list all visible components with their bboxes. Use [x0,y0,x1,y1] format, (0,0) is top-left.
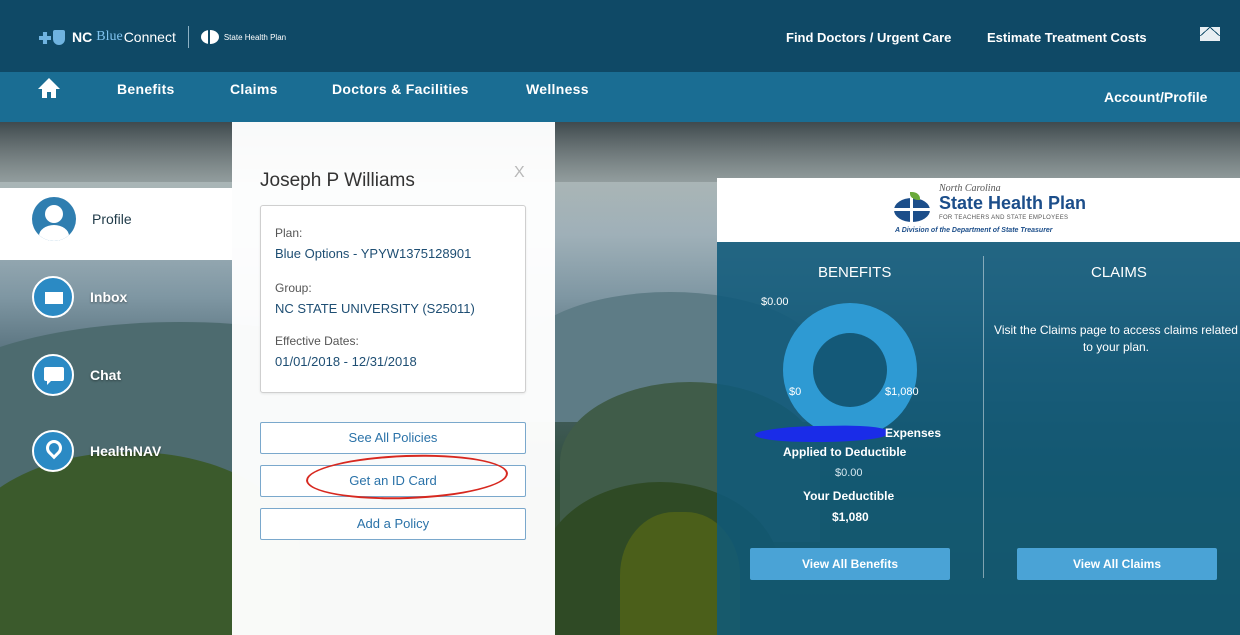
envelope-icon [32,276,74,318]
effective-dates-label: Effective Dates: [275,334,359,348]
gauge-max-label: $1,080 [885,386,919,398]
claims-description: Visit the Claims page to access claims r… [994,323,1238,354]
see-all-policies-button[interactable]: See All Policies [260,422,526,454]
logo-title: State Health Plan [939,193,1087,213]
sidebar-item-inbox[interactable]: Inbox [32,276,127,318]
plan-value: Blue Options - YPYW1375128901 [275,246,472,261]
logo-connect-text: Connect [123,29,176,45]
nav-claims[interactable]: Claims [230,81,278,97]
get-id-card-button[interactable]: Get an ID Card [260,465,526,497]
sidebar-item-chat[interactable]: Chat [32,354,121,396]
home-icon[interactable] [38,78,60,100]
nav-benefits[interactable]: Benefits [117,81,175,97]
location-pin-icon [32,430,74,472]
chat-icon [32,354,74,396]
find-doctors-link[interactable]: Find Doctors / Urgent Care [786,30,951,45]
sidebar-item-label: HealthNAV [90,443,162,459]
state-health-plan-small-logo: State Health Plan [223,32,287,42]
column-divider [983,256,984,578]
state-health-plan-logo: North Carolina State Health Plan FOR TEA… [717,178,1240,242]
nav-account-profile[interactable]: Account/Profile [1104,89,1207,105]
profile-panel: Joseph P Williams X Plan: Blue Options -… [232,122,555,635]
estimate-costs-link[interactable]: Estimate Treatment Costs [987,30,1147,45]
nav-doctors-facilities[interactable]: Doctors & Facilities [332,81,469,97]
redaction-mark [754,424,888,444]
applied-to-deductible-value: $0.00 [835,467,863,479]
add-policy-button[interactable]: Add a Policy [260,508,526,540]
plan-label: Plan: [275,226,303,240]
benefits-claims-panel: North Carolina State Health Plan FOR TEA… [717,178,1240,635]
bcbs-nc-blue-connect-logo[interactable]: NC Blue Connect State Health Plan [38,26,287,48]
plan-details-box: Plan: Blue Options - YPYW1375128901 Grou… [260,205,526,393]
member-name: Joseph P Williams [260,170,415,191]
mail-icon[interactable] [1200,27,1220,41]
sidebar-item-label: Profile [92,211,132,227]
top-bar: NC Blue Connect State Health Plan Find D… [0,0,1240,72]
your-deductible-value: $1,080 [832,510,869,524]
logo-nc-text: NC [72,29,93,45]
sidebar-item-healthnav[interactable]: HealthNAV [32,430,161,472]
deductible-gauge [783,303,917,437]
expenses-label: Expenses [885,426,942,440]
view-all-benefits-button[interactable]: View All Benefits [750,548,950,580]
logo-division: A Division of the Department of State Tr… [895,227,1053,234]
sidebar-item-label: Chat [90,367,122,383]
bcbs-cross-shield-icon [38,29,68,45]
main-nav: Benefits Claims Doctors & Facilities Wel… [0,72,1240,122]
effective-dates-value: 01/01/2018 - 12/31/2018 [275,354,417,369]
nav-wellness[interactable]: Wellness [526,81,589,97]
claims-title: CLAIMS [1091,264,1147,281]
close-icon[interactable]: X [514,164,525,182]
your-deductible-label: Your Deductible [803,489,895,503]
sidebar-item-label: Inbox [90,289,128,305]
group-value: NC STATE UNIVERSITY (S25011) [275,301,475,316]
person-icon [32,197,76,241]
apple-logo-icon [890,192,932,222]
state-health-plan-apple-icon [200,30,219,44]
view-all-claims-button[interactable]: View All Claims [1017,548,1217,580]
benefits-title: BENEFITS [818,264,892,281]
sidebar-item-profile[interactable]: Profile [32,197,132,241]
logo-separator [187,26,189,48]
group-label: Group: [275,281,312,295]
logo-blue-text: Blue [96,29,123,44]
gauge-min-label: $0 [789,386,802,398]
applied-to-deductible-label: Applied to Deductible [783,445,907,459]
logo-subtitle: FOR TEACHERS AND STATE EMPLOYEES [939,215,1069,221]
